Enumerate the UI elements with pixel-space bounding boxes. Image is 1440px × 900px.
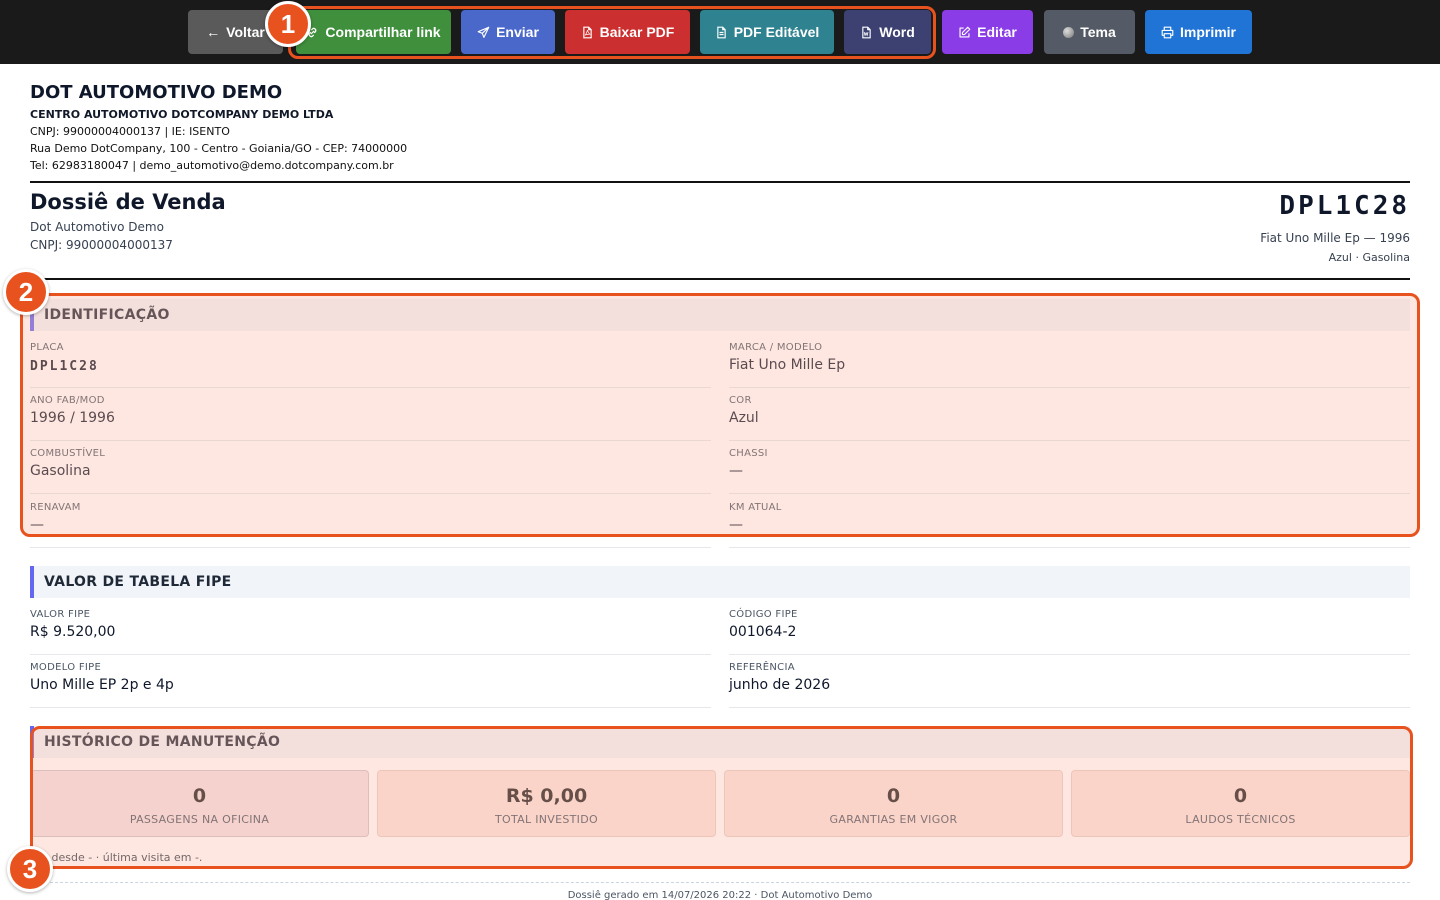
section-fipe-header: VALOR DE TABELA FIPE <box>30 566 1410 598</box>
field-label: CÓDIGO FIPE <box>729 609 798 620</box>
printer-icon <box>1161 26 1174 38</box>
field-referencia: REFERÊNCIA junho de 2026 <box>729 655 1410 708</box>
highlight-box-identificacao <box>20 293 1420 537</box>
company-ids: CNPJ: 99000004000137 | IE: ISENTO <box>30 125 230 138</box>
company-contact: Tel: 62983180047 | demo_automotivo@demo.… <box>30 159 394 172</box>
company-name: DOT AUTOMOTIVO DEMO <box>30 82 283 103</box>
edit-icon <box>959 26 971 38</box>
field-label: VALOR FIPE <box>30 609 91 620</box>
theme-button[interactable]: Tema <box>1044 10 1135 54</box>
field-value: 001064-2 <box>729 624 797 640</box>
field-value: Uno Mille EP 2p e 4p <box>30 677 174 693</box>
field-value: R$ 9.520,00 <box>30 624 116 640</box>
highlight-box-export-buttons <box>288 6 936 59</box>
company-address: Rua Demo DotCompany, 100 - Centro - Goia… <box>30 142 408 155</box>
annotation-badge-3: 3 <box>7 846 53 892</box>
theme-icon <box>1063 26 1075 38</box>
highlight-box-historico <box>30 726 1413 869</box>
document-title: Dossiê de Venda <box>30 190 226 214</box>
annotation-badge-2: 2 <box>3 269 49 315</box>
document-issuer-cnpj: CNPJ: 99000004000137 <box>30 238 173 252</box>
title-divider <box>30 278 1410 280</box>
field-valor-fipe: VALOR FIPE R$ 9.520,00 <box>30 602 711 655</box>
print-button[interactable]: Imprimir <box>1145 10 1252 54</box>
field-value: junho de 2026 <box>729 677 831 693</box>
field-label: REFERÊNCIA <box>729 662 795 673</box>
header-divider <box>30 181 1410 183</box>
page-footer: Dossiê gerado em 14/07/2026 20:22 · Dot … <box>567 890 873 900</box>
field-codigo-fipe: CÓDIGO FIPE 001064-2 <box>729 602 1410 655</box>
field-modelo-fipe: MODELO FIPE Uno Mille EP 2p e 4p <box>30 655 711 708</box>
vehicle-summary: Fiat Uno Mille Ep — 1996 <box>1260 231 1410 245</box>
footer-divider <box>30 882 1410 883</box>
edit-button[interactable]: Editar <box>942 10 1033 54</box>
company-legal-name: CENTRO AUTOMOTIVO DOTCOMPANY DEMO LTDA <box>30 108 334 121</box>
section-title: VALOR DE TABELA FIPE <box>44 574 232 590</box>
arrow-left-icon: ← <box>206 24 221 40</box>
field-label: MODELO FIPE <box>30 662 102 673</box>
vehicle-details: Azul · Gasolina <box>1328 251 1410 264</box>
document-issuer: Dot Automotivo Demo <box>30 220 164 234</box>
annotation-badge-1: 1 <box>265 1 311 47</box>
vehicle-plate: DPL1C28 <box>1279 191 1410 221</box>
